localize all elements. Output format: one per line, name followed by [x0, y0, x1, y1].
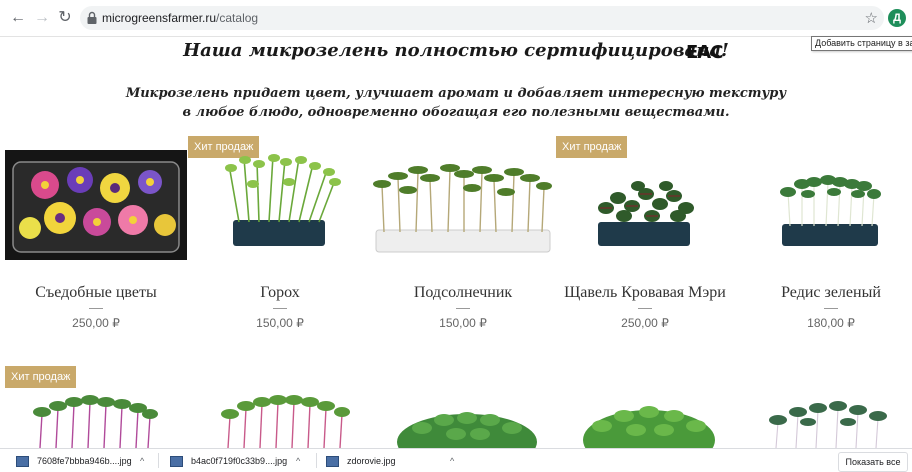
chevron-up-icon[interactable]: ^ [450, 454, 454, 468]
show-all-downloads-button[interactable]: Показать все [838, 452, 908, 472]
browser-toolbar: ← → ↻ microgreensfarmer.ru/catalog ☆ Д [0, 0, 912, 37]
address-bar[interactable]: microgreensfarmer.ru/catalog ☆ [80, 6, 884, 30]
product-image-radish-pink[interactable] [214, 392, 364, 448]
bestseller-badge: Хит продаж [5, 366, 77, 388]
product-image-radish-purple[interactable] [20, 392, 170, 448]
download-item[interactable]: b4ac0f719f0c33b9....jpg ^ [170, 454, 308, 468]
download-item[interactable]: zdorovie.jpg ^ [326, 454, 462, 468]
product-name[interactable]: Редис зеленый [740, 284, 912, 302]
sunflower-image[interactable] [372, 150, 554, 260]
download-filename: b4ac0f719f0c33b9....jpg [191, 456, 288, 466]
url-path: /catalog [216, 11, 259, 25]
chevron-up-icon[interactable]: ^ [296, 454, 300, 468]
image-file-icon [16, 456, 29, 468]
forward-arrow-icon[interactable]: → [32, 8, 52, 28]
eac-cert-mark: ЕАС [686, 42, 723, 63]
lock-icon [87, 11, 97, 24]
product-price: 250,00 ₽ [72, 316, 120, 330]
product-price: 180,00 ₽ [807, 316, 855, 330]
url-text: microgreensfarmer.ru/catalog [102, 11, 258, 25]
product-name[interactable]: Горох [189, 284, 371, 302]
product-name[interactable]: Подсолнечник [372, 284, 554, 302]
divider [824, 308, 838, 309]
divider [456, 308, 470, 309]
download-filename: zdorovie.jpg [347, 456, 396, 466]
image-file-icon [170, 456, 183, 468]
bookmark-star-icon[interactable]: ☆ [865, 9, 878, 27]
product-price: 150,00 ₽ [256, 316, 304, 330]
product-price: 250,00 ₽ [621, 316, 669, 330]
image-file-icon [326, 456, 339, 468]
downloads-bar: 7608fe7bbba946b....jpg ^ b4ac0f719f0c33b… [0, 448, 912, 472]
sorrel-image[interactable] [554, 150, 736, 260]
download-filename: 7608fe7bbba946b....jpg [37, 456, 132, 466]
divider [638, 308, 652, 309]
divider [273, 308, 287, 309]
edible-flowers-image[interactable] [5, 150, 187, 260]
product-name[interactable]: Щавель Кровавая Мэри [554, 284, 736, 302]
product-price: 150,00 ₽ [439, 316, 487, 330]
page-title: Наша микрозелень полностью сертифицирова… [183, 40, 729, 61]
product-name[interactable]: Съедобные цветы [5, 284, 187, 302]
chevron-up-icon[interactable]: ^ [140, 454, 144, 468]
download-item[interactable]: 7608fe7bbba946b....jpg ^ [16, 454, 150, 468]
green-radish-image[interactable] [740, 150, 912, 260]
divider [89, 308, 103, 309]
product-image-greens-dense[interactable] [574, 392, 724, 448]
product-image-greens[interactable] [392, 392, 542, 448]
back-arrow-icon[interactable]: ← [8, 8, 28, 28]
divider [158, 453, 159, 468]
peas-image[interactable] [189, 150, 371, 260]
divider [316, 453, 317, 468]
reload-icon[interactable]: ↻ [55, 8, 75, 28]
profile-avatar[interactable]: Д [888, 9, 906, 27]
bookmark-tooltip: Добавить страницу в закладки [811, 36, 912, 51]
product-image-greens-mix[interactable] [756, 392, 906, 448]
url-domain: microgreensfarmer.ru [102, 11, 217, 25]
page-subtitle: Микрозелень придает цвет, улучшает арома… [125, 86, 787, 120]
